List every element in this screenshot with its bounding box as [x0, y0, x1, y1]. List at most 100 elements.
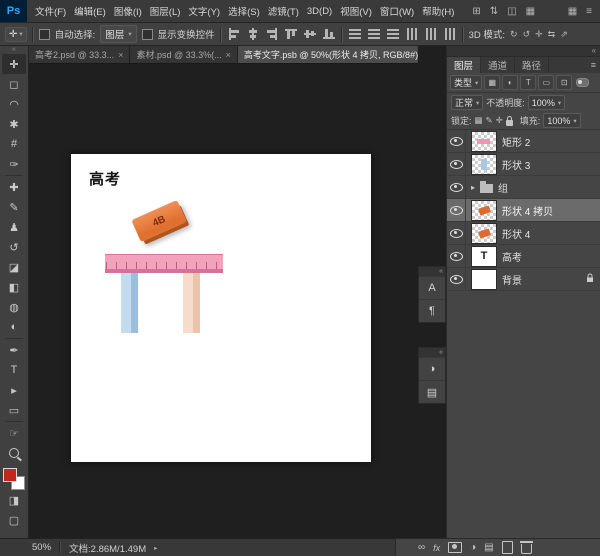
delete-layer-icon[interactable]: [519, 541, 533, 554]
opacity-dropdown[interactable]: 100% ▾: [527, 95, 566, 110]
document-tab-3-active[interactable]: 高考文字.psb @ 50%(形状 4 拷贝, RGB/8#) * ×: [237, 46, 441, 63]
distribute-right-icon[interactable]: [442, 27, 457, 41]
show-transform-checkbox[interactable]: [141, 28, 153, 40]
adjustments-panel-icon[interactable]: ◑: [419, 357, 445, 380]
align-top-edges-icon[interactable]: [283, 27, 298, 41]
layer-row[interactable]: 形状 3: [447, 153, 600, 176]
fill-dropdown[interactable]: 100% ▾: [543, 113, 581, 128]
add-layer-mask-icon[interactable]: [448, 542, 463, 553]
menu-select[interactable]: 选择(S): [224, 4, 264, 18]
blur-tool[interactable]: ◍: [2, 297, 26, 317]
menu-filter[interactable]: 滤镜(T): [264, 4, 303, 18]
arrange-documents-icon[interactable]: ⇅: [490, 6, 498, 17]
tab-layers[interactable]: 图层: [447, 57, 482, 73]
color-swatches[interactable]: [3, 468, 25, 490]
artboard[interactable]: 高考 4B: [71, 154, 371, 462]
layer-thumbnail[interactable]: [471, 199, 497, 221]
eyedropper-tool[interactable]: ✑: [2, 154, 26, 174]
tab-paths[interactable]: 路径: [515, 57, 550, 73]
dock-collapse-icon[interactable]: «: [447, 46, 600, 57]
history-brush-tool[interactable]: ↺: [2, 237, 26, 257]
text-layer-thumbnail[interactable]: T: [471, 245, 497, 267]
marquee-tool[interactable]: ◻: [2, 74, 26, 94]
tools-collapse-icon[interactable]: «: [12, 46, 16, 54]
lasso-tool[interactable]: ◠: [2, 94, 26, 114]
visibility-toggle[interactable]: [447, 222, 466, 244]
status-options-icon[interactable]: ▸: [154, 544, 157, 552]
menu-image[interactable]: 图像(I): [110, 4, 146, 18]
tool-preset-picker[interactable]: ✛ ▾: [5, 26, 27, 42]
zoom-tool[interactable]: [2, 443, 26, 463]
menu-file[interactable]: 文件(F): [31, 4, 70, 18]
expand-group-icon[interactable]: ▸: [471, 183, 475, 192]
align-vertical-centers-icon[interactable]: [302, 27, 317, 41]
move-tool[interactable]: ✛: [2, 54, 26, 74]
crop-tool[interactable]: #: [2, 134, 26, 154]
document-tab-1[interactable]: 高考2.psd @ 33.3... ×: [29, 46, 131, 63]
hand-tool[interactable]: ☞: [2, 423, 26, 443]
visibility-toggle[interactable]: [447, 153, 466, 175]
layer-group-row[interactable]: ▸ 组: [447, 176, 600, 199]
layer-row[interactable]: 形状 4: [447, 222, 600, 245]
new-adjustment-layer-icon[interactable]: ◑: [470, 542, 476, 553]
paragraph-panel-icon[interactable]: ¶: [419, 299, 445, 322]
lock-position-icon[interactable]: ✛: [496, 115, 503, 126]
lock-transparency-icon[interactable]: ▦: [475, 115, 483, 126]
auto-select-checkbox[interactable]: [38, 28, 50, 40]
layer-row-selected[interactable]: 形状 4 拷贝: [447, 199, 600, 222]
workspace-menu-icon[interactable]: ≡: [586, 6, 592, 17]
layer-row[interactable]: 矩形 2: [447, 130, 600, 153]
zoom-level-field[interactable]: 50%: [32, 542, 51, 553]
filter-toggle-switch[interactable]: [576, 78, 590, 87]
menu-3d[interactable]: 3D(D): [303, 6, 336, 17]
screen-layout-icon[interactable]: ◫: [507, 6, 516, 17]
expand-panel-icon[interactable]: «: [419, 348, 445, 357]
layer-thumbnail[interactable]: [471, 153, 497, 175]
visibility-toggle[interactable]: [447, 268, 466, 290]
close-icon[interactable]: ×: [226, 50, 231, 60]
distribute-vertical-centers-icon[interactable]: [366, 27, 381, 41]
pen-tool[interactable]: ✒: [2, 340, 26, 360]
align-bottom-edges-icon[interactable]: [321, 27, 336, 41]
distribute-vertical-icon[interactable]: [347, 27, 362, 41]
filter-type-layers-icon[interactable]: T: [520, 75, 537, 90]
canvas-pasteboard[interactable]: 高考 4B: [29, 64, 418, 538]
path-selection-tool[interactable]: ▸: [2, 380, 26, 400]
close-icon[interactable]: ×: [118, 50, 123, 60]
dodge-tool[interactable]: ◐: [2, 317, 26, 337]
menu-help[interactable]: 帮助(H): [418, 4, 458, 18]
visibility-toggle[interactable]: [447, 199, 466, 221]
3d-roll-icon[interactable]: ↺: [523, 29, 531, 40]
blend-mode-dropdown[interactable]: 正常 ▾: [451, 95, 484, 110]
filter-kind-dropdown[interactable]: 类型 ▾: [450, 75, 483, 90]
distribute-horizontal-centers-icon[interactable]: [423, 27, 438, 41]
brush-tool[interactable]: ✎: [2, 197, 26, 217]
auto-select-target-dropdown[interactable]: 图层 ▾: [100, 25, 137, 43]
eraser-tool[interactable]: ◪: [2, 257, 26, 277]
align-horizontal-centers-icon[interactable]: [245, 27, 260, 41]
background-layer-row[interactable]: 背景: [447, 268, 600, 291]
background-thumbnail[interactable]: [471, 268, 497, 290]
screen-mode-button[interactable]: ▢: [2, 510, 26, 530]
3d-slide-icon[interactable]: ⇆: [548, 29, 556, 40]
workspace-icon[interactable]: ▦: [568, 6, 577, 17]
layer-thumbnail[interactable]: [471, 130, 497, 152]
photoshop-logo[interactable]: Ps: [0, 0, 27, 22]
lock-all-icon[interactable]: [505, 115, 513, 126]
styles-panel-icon[interactable]: ▤: [419, 380, 445, 403]
gradient-tool[interactable]: ◧: [2, 277, 26, 297]
3d-rotate-icon[interactable]: ↻: [510, 29, 518, 40]
type-tool[interactable]: T: [2, 360, 26, 380]
character-panel-icon[interactable]: A: [419, 276, 445, 299]
menu-edit[interactable]: 编辑(E): [70, 4, 110, 18]
align-right-edges-icon[interactable]: [264, 27, 279, 41]
filter-shape-layers-icon[interactable]: ▭: [538, 75, 555, 90]
align-left-edges-icon[interactable]: [226, 27, 241, 41]
shape-tool[interactable]: ▭: [2, 400, 26, 420]
document-tab-2[interactable]: 素材.psd @ 33.3%(... ×: [130, 46, 238, 63]
lock-pixels-icon[interactable]: ✎: [486, 115, 493, 126]
filter-adjustment-layers-icon[interactable]: ◐: [502, 75, 519, 90]
3d-drag-icon[interactable]: ✛: [535, 29, 543, 40]
menu-type[interactable]: 文字(Y): [184, 4, 224, 18]
text-layer-row[interactable]: T 高考: [447, 245, 600, 268]
